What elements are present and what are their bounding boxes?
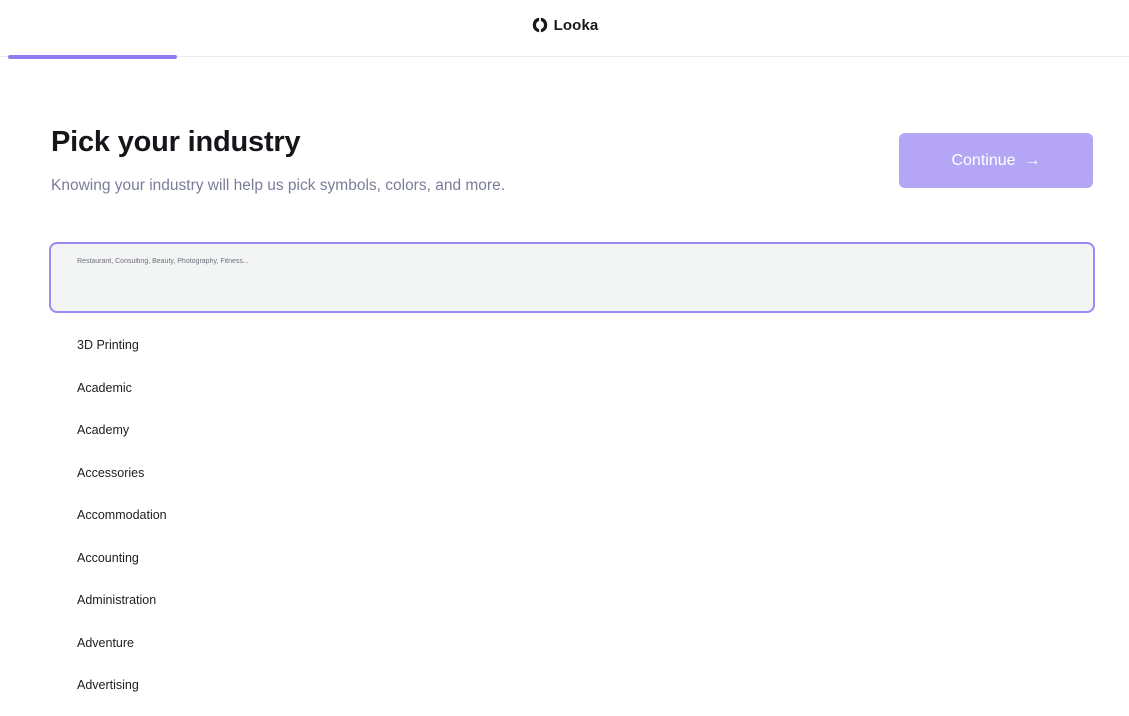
industry-option[interactable]: 3D Printing bbox=[77, 333, 167, 376]
arrow-right-icon: → bbox=[1024, 151, 1041, 169]
industry-option[interactable]: Accessories bbox=[77, 461, 167, 504]
industry-search-input[interactable] bbox=[77, 258, 1057, 265]
industry-option[interactable]: Adventure bbox=[77, 631, 167, 674]
looka-logo-icon bbox=[532, 17, 547, 33]
industry-list: 3D Printing Academic Academy Accessories Acc… bbox=[77, 333, 167, 716]
industry-option[interactable]: Advertising bbox=[77, 673, 167, 716]
industry-option[interactable]: Academic bbox=[77, 376, 167, 419]
brand-name: Looka bbox=[553, 16, 599, 34]
continue-button-label: Continue bbox=[951, 151, 1016, 169]
progress-bar-fill bbox=[8, 55, 177, 59]
page-subtitle: Knowing your industry will help us pick … bbox=[51, 177, 505, 194]
brand[interactable]: Looka bbox=[0, 16, 1129, 34]
industry-option[interactable]: Administration bbox=[77, 588, 167, 631]
continue-button[interactable]: Continue → bbox=[899, 133, 1093, 188]
industry-option[interactable]: Academy bbox=[77, 418, 167, 461]
industry-search-box[interactable] bbox=[49, 242, 1095, 313]
top-bar: Looka bbox=[0, 0, 1129, 59]
progress-bar bbox=[0, 55, 1129, 59]
industry-option[interactable]: Accommodation bbox=[77, 503, 167, 546]
page-title: Pick your industry bbox=[51, 126, 301, 158]
industry-option[interactable]: Accounting bbox=[77, 546, 167, 589]
